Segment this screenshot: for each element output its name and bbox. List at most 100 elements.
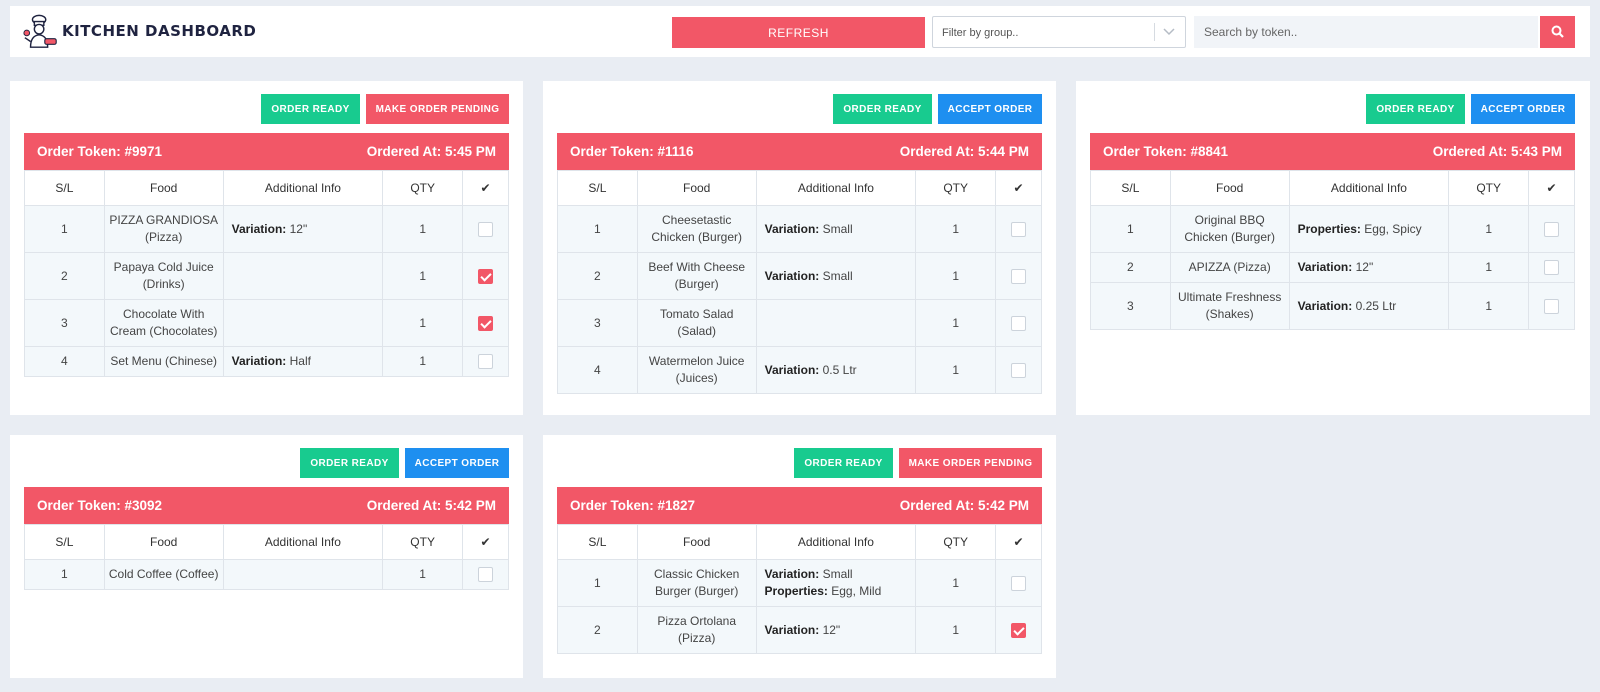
- item-sl: 1: [24, 559, 105, 590]
- item-qty: 1: [382, 205, 464, 253]
- item-checkbox[interactable]: [478, 567, 494, 583]
- make-order-pending-button[interactable]: MAKE ORDER PENDING: [366, 94, 509, 124]
- item-checkbox[interactable]: [1011, 622, 1027, 638]
- info-label: Variation:: [764, 362, 820, 377]
- item-sl: 1: [557, 559, 638, 607]
- chevron-down-icon: [1163, 28, 1175, 36]
- item-additional-info: Variation: 0.25 Ltr: [1288, 282, 1450, 330]
- item-check-cell: [462, 559, 509, 590]
- item-sl: 1: [1090, 205, 1171, 253]
- table-row: 2 Papaya Cold Juice (Drinks) 1: [24, 252, 509, 300]
- make-order-pending-button[interactable]: MAKE ORDER PENDING: [899, 448, 1042, 478]
- item-food: Cold Coffee (Coffee): [103, 559, 224, 590]
- item-checkbox[interactable]: [478, 354, 494, 370]
- item-check-cell: [462, 346, 509, 377]
- item-checkbox[interactable]: [1011, 315, 1027, 331]
- item-sl: 1: [557, 205, 638, 253]
- info-label: Variation:: [764, 268, 820, 283]
- item-additional-info: [755, 299, 917, 347]
- table-header-row: S/L Food Additional Info QTY ✔: [1090, 170, 1575, 206]
- item-checkbox[interactable]: [1011, 362, 1027, 378]
- accept-order-button[interactable]: ACCEPT ORDER: [405, 448, 509, 478]
- order-ready-button[interactable]: ORDER READY: [1366, 94, 1465, 124]
- item-checkbox[interactable]: [1544, 260, 1560, 276]
- item-checkbox[interactable]: [478, 315, 494, 331]
- refresh-button[interactable]: REFRESH: [672, 17, 925, 48]
- table-row: 2 Pizza Ortolana (Pizza) Variation: 12" 1: [557, 606, 1042, 654]
- item-checkbox[interactable]: [1011, 268, 1027, 284]
- table-row: 2 APIZZA (Pizza) Variation: 12" 1: [1090, 252, 1575, 283]
- column-header-food: Food: [103, 524, 224, 560]
- item-checkbox[interactable]: [478, 221, 494, 237]
- order-ready-button[interactable]: ORDER READY: [261, 94, 360, 124]
- item-food: Classic Chicken Burger (Burger): [636, 559, 757, 607]
- order-token: Order Token: #1827: [570, 498, 696, 513]
- order-card: ORDER READY ACCEPT ORDER Order Token: #884…: [1076, 81, 1590, 415]
- table-row: 1 PIZZA GRANDIOSA (Pizza) Variation: 12" 1: [24, 205, 509, 253]
- info-value: Half: [286, 354, 311, 368]
- search-input[interactable]: [1194, 16, 1538, 48]
- info-value: Small: [819, 268, 853, 283]
- column-header-check: ✔: [462, 170, 509, 206]
- table-row: 4 Watermelon Juice (Juices) Variation: 0.5…: [557, 346, 1042, 394]
- accept-order-button[interactable]: ACCEPT ORDER: [1471, 94, 1575, 124]
- table-row: 4 Set Menu (Chinese) Variation: Half 1: [24, 346, 509, 377]
- info-label: Variation:: [1297, 260, 1353, 274]
- item-food: Watermelon Juice (Juices): [636, 346, 757, 394]
- order-token: Order Token: #8841: [1103, 144, 1229, 159]
- item-sl: 2: [557, 252, 638, 300]
- item-additional-info: Properties: Egg, Spicy: [1288, 205, 1450, 253]
- ordered-at-time: Ordered At: 5:42 PM: [899, 498, 1029, 513]
- order-token: Order Token: #1116: [570, 144, 694, 159]
- info-value: Small: [819, 221, 853, 236]
- order-items-table: S/L Food Additional Info QTY ✔ 1 PIZZA GRANDIO…: [24, 170, 509, 377]
- info-label: Variation:: [764, 622, 820, 637]
- item-checkbox[interactable]: [1011, 575, 1027, 591]
- item-sl: 2: [557, 606, 638, 654]
- column-header-sl: S/L: [557, 524, 638, 560]
- order-card: ORDER READY MAKE ORDER PENDING Order Token…: [543, 435, 1056, 678]
- order-header-bar: Order Token: #3092 Ordered At: 5:42 PM: [24, 487, 509, 524]
- item-food: Papaya Cold Juice (Drinks): [103, 252, 224, 300]
- item-additional-info: Variation: 0.5 Ltr: [755, 346, 917, 394]
- item-check-cell: [462, 299, 509, 347]
- order-ready-button[interactable]: ORDER READY: [794, 448, 893, 478]
- column-header-info: Additional Info: [755, 170, 917, 206]
- item-qty: 1: [915, 606, 997, 654]
- table-row: 2 Beef With Cheese (Burger) Variation: Sma…: [557, 252, 1042, 300]
- group-filter-select[interactable]: Filter by group..: [932, 16, 1186, 48]
- item-food: Chocolate With Cream (Chocolates): [103, 299, 224, 347]
- column-header-food: Food: [636, 170, 757, 206]
- item-sl: 4: [24, 346, 105, 377]
- info-value: 12": [819, 622, 841, 637]
- item-checkbox[interactable]: [1011, 221, 1027, 237]
- column-header-qty: QTY: [915, 170, 997, 206]
- info-label: Properties:: [764, 584, 828, 598]
- table-row: 1 Cheesetastic Chicken (Burger) Variation:…: [557, 205, 1042, 253]
- item-qty: 1: [382, 346, 464, 377]
- accept-order-button[interactable]: ACCEPT ORDER: [938, 94, 1042, 124]
- table-header-row: S/L Food Additional Info QTY ✔: [24, 524, 509, 560]
- ordered-at-time: Ordered At: 5:45 PM: [366, 144, 496, 159]
- item-additional-info: Variation: Half: [222, 346, 384, 377]
- column-header-sl: S/L: [24, 170, 105, 206]
- order-token: Order Token: #9971: [37, 144, 163, 159]
- info-value: Egg, Mild: [827, 584, 882, 598]
- item-qty: 1: [915, 205, 997, 253]
- column-header-info: Additional Info: [222, 170, 384, 206]
- item-food: APIZZA (Pizza): [1169, 252, 1290, 283]
- item-qty: 1: [915, 252, 997, 300]
- order-ready-button[interactable]: ORDER READY: [833, 94, 932, 124]
- item-check-cell: [1528, 252, 1575, 283]
- order-ready-button[interactable]: ORDER READY: [300, 448, 399, 478]
- item-qty: 1: [382, 252, 464, 300]
- order-header-bar: Order Token: #1116 Ordered At: 5:44 PM: [557, 133, 1042, 170]
- search-button[interactable]: [1540, 16, 1575, 48]
- item-food: Ultimate Freshness (Shakes): [1169, 282, 1290, 330]
- table-header-row: S/L Food Additional Info QTY ✔: [557, 170, 1042, 206]
- item-checkbox[interactable]: [478, 268, 494, 284]
- item-checkbox[interactable]: [1544, 221, 1560, 237]
- item-checkbox[interactable]: [1544, 298, 1560, 314]
- ordered-at-time: Ordered At: 5:42 PM: [366, 498, 496, 513]
- column-header-check: ✔: [995, 524, 1042, 560]
